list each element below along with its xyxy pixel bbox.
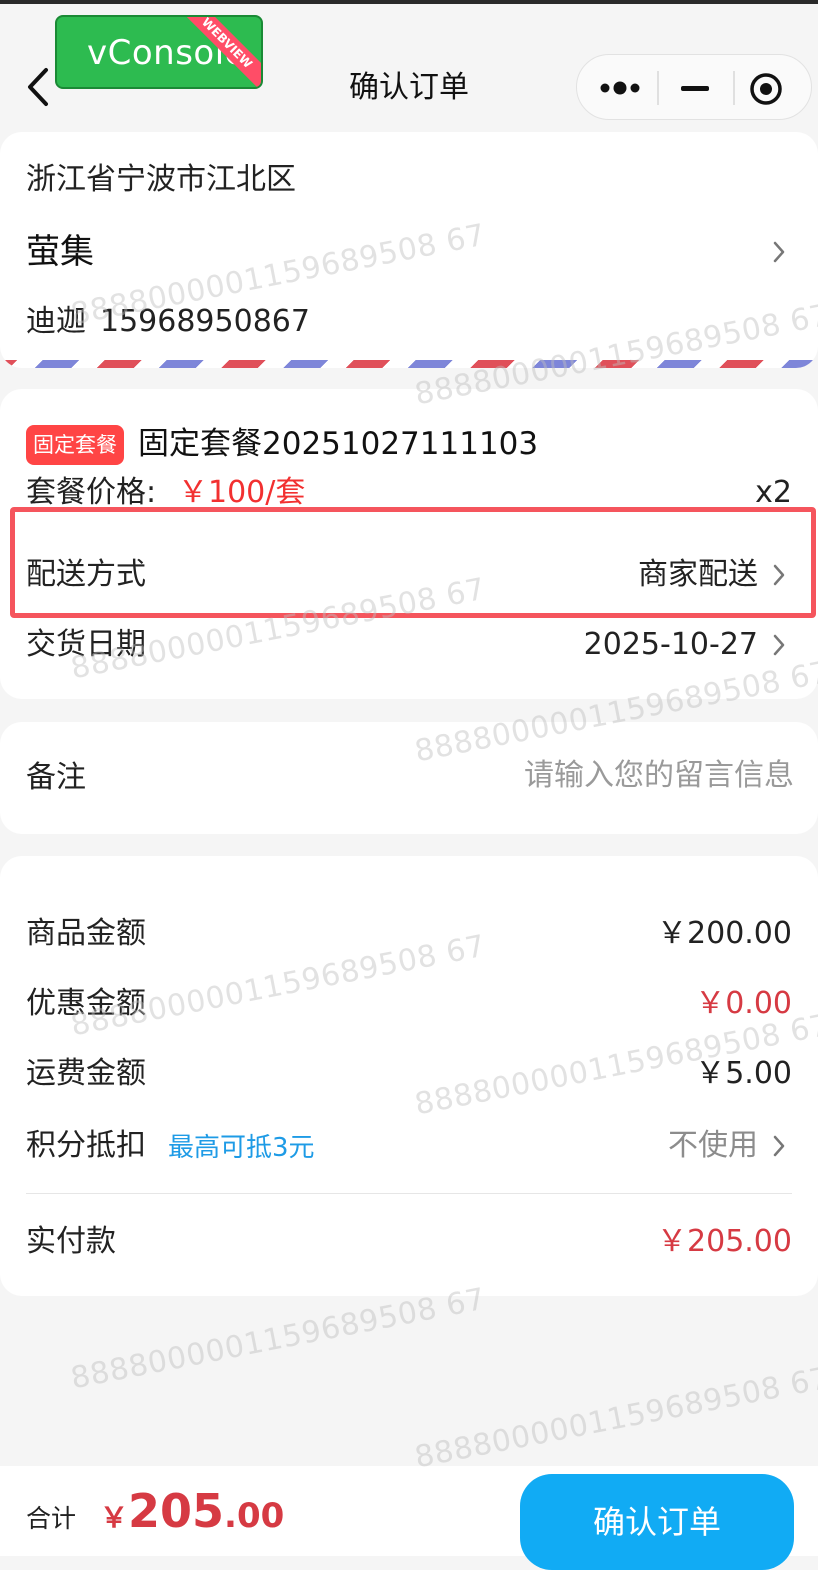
points-deduction-row[interactable]: 积分抵扣 最高可抵3元 不使用 [0, 1106, 818, 1186]
address-card[interactable]: 浙江省宁波市江北区 萤集 迪迦 15968950867 [0, 132, 818, 368]
watermark-text: 8888000001159689508 67 [68, 1281, 489, 1397]
watermark-text: 8888000001159689508 67 [412, 1360, 818, 1476]
vconsole-button[interactable]: vConsole WEBVIEW [55, 15, 263, 89]
chevron-right-icon [773, 1135, 785, 1157]
remark-input[interactable] [300, 756, 794, 796]
goods-amount-label: 商品金额 [26, 916, 146, 951]
chevron-right-icon [773, 634, 785, 656]
chevron-right-icon [773, 564, 785, 586]
package-quantity: x2 [755, 475, 792, 510]
package-price: ￥100/套 [178, 475, 306, 510]
goods-amount-value: ￥200.00 [657, 916, 792, 951]
discount-amount-label: 优惠金额 [26, 986, 146, 1021]
shipping-amount-label: 运费金额 [26, 1056, 146, 1091]
address-detail: 萤集 [26, 232, 94, 272]
package-price-label: 套餐价格: [26, 475, 157, 510]
package-tag: 固定套餐 [26, 425, 124, 465]
capsule-divider [733, 71, 735, 105]
order-card: 固定套餐 固定套餐20251027111103 套餐价格: ￥100/套 x2 … [0, 389, 818, 699]
total-amount: ￥205.00 [100, 1484, 284, 1538]
miniprogram-capsule [576, 54, 812, 120]
contact-phone: 15968950867 [100, 304, 310, 339]
points-deduction-hint: 最高可抵3元 [168, 1133, 315, 1163]
minimize-icon[interactable] [681, 86, 709, 91]
capsule-divider [657, 71, 659, 105]
checkout-bar: 合计 ￥205.00 确认订单 [0, 1466, 818, 1570]
address-contact: 迪迦 15968950867 [26, 302, 310, 342]
points-deduction-value: 不使用 [668, 1128, 758, 1163]
remark-label: 备注 [26, 760, 86, 795]
more-dots-icon[interactable] [599, 77, 647, 99]
total-label: 合计 [26, 1504, 77, 1533]
total-decimal: .00 [224, 1496, 285, 1536]
package-name: 固定套餐20251027111103 [138, 426, 539, 462]
remark-card: 备注 [0, 722, 818, 834]
shipping-amount-value: ￥5.00 [695, 1056, 792, 1091]
airmail-border [0, 360, 818, 368]
paid-amount-value: ￥205.00 [657, 1224, 792, 1259]
address-region: 浙江省宁波市江北区 [26, 162, 296, 197]
close-target-icon[interactable] [749, 72, 783, 106]
divider [26, 1193, 792, 1194]
points-deduction-label: 积分抵扣 [26, 1128, 146, 1163]
delivery-method-value: 商家配送 [638, 557, 758, 592]
total-currency: ￥ [100, 1501, 129, 1534]
total-integer: 205 [128, 1484, 225, 1538]
paid-amount-label: 实付款 [26, 1224, 116, 1259]
delivery-method-label: 配送方式 [26, 557, 146, 592]
delivery-date-row[interactable]: 交货日期 2025-10-27 [0, 609, 818, 689]
chevron-right-icon [773, 241, 785, 263]
delivery-date-label: 交货日期 [26, 627, 146, 662]
contact-name: 迪迦 [26, 304, 86, 339]
delivery-date-value: 2025-10-27 [583, 627, 758, 662]
amount-card: 商品金额 ￥200.00 优惠金额 ￥0.00 运费金额 ￥5.00 积分抵扣 … [0, 856, 818, 1296]
discount-amount-value: ￥0.00 [695, 986, 792, 1021]
